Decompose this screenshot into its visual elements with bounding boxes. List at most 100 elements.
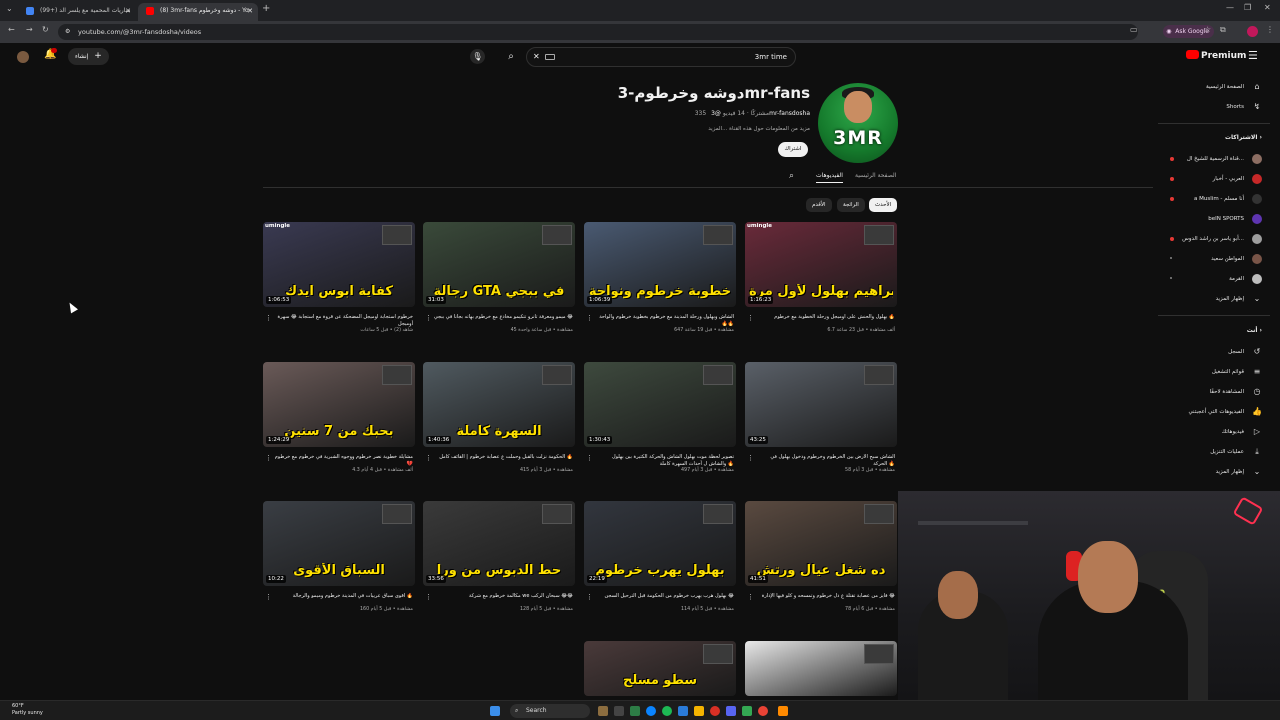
video-menu-icon[interactable]: ⋮	[747, 314, 754, 322]
voice-search-icon[interactable]: 🎙	[470, 49, 485, 64]
profile-avatar[interactable]	[1247, 26, 1258, 37]
bookmark-star-icon[interactable]: ☆	[1204, 25, 1211, 34]
tab-home[interactable]: الصفحة الرئيسية	[855, 172, 896, 179]
maximize-icon[interactable]: ❐	[1244, 3, 1251, 12]
video-title[interactable]: الحكومة نزلت بالقبل وحملت ع عصابة خرطوم …	[433, 454, 573, 461]
keyboard-icon[interactable]	[545, 54, 555, 60]
subscriptions-heading[interactable]: الاشتراكات ›	[1225, 134, 1262, 141]
video-thumbnail[interactable]: السباق الأقوى 10:22	[263, 501, 415, 586]
sidebar-sub-item[interactable]: قناة الرسمية للشيخ ال...	[1158, 149, 1270, 169]
video-thumbnail[interactable]: السهرة كاملة 1:40:36	[423, 362, 575, 447]
sidebar-sub-item[interactable]: القرمة	[1158, 269, 1270, 289]
video-title[interactable]: الشاش سبح الأرض بين الخرطوم وخرطوم ودخول…	[755, 454, 895, 468]
search-input[interactable]: ✕ 3mr time	[526, 47, 796, 67]
close-window-icon[interactable]: ✕	[1264, 3, 1271, 12]
video-thumbnail[interactable]: 1:30:43	[584, 362, 736, 447]
new-tab-button[interactable]: +	[262, 3, 270, 14]
hamburger-menu-icon[interactable]: ☰	[1248, 49, 1258, 62]
site-info-icon[interactable]: ⚙	[65, 24, 70, 40]
video-menu-icon[interactable]: ⋮	[747, 593, 754, 601]
video-title[interactable]: مشايلة خطوبة نصر خرطوم ووجوه الشبرية في …	[273, 454, 413, 468]
sidebar-sub-item[interactable]: beIN SPORTS	[1158, 209, 1270, 229]
sidebar-sub-item[interactable]: العربي - أخبار	[1158, 169, 1270, 189]
sidebar-sub-item[interactable]: a Muslim - أنا مسلم	[1158, 189, 1270, 209]
video-thumbnail[interactable]: بحبك من 7 سنين 1:24:29	[263, 362, 415, 447]
sidebar-item-history[interactable]: ↺ السجل	[1158, 342, 1270, 362]
video-menu-icon[interactable]: ⋮	[586, 593, 593, 601]
sidebar-show-more-subs[interactable]: ⌄ إظهار المزيد	[1158, 289, 1270, 309]
channel-description[interactable]: مزيد من المعلومات حول هذه القناة ...المز…	[560, 126, 810, 132]
video-card[interactable]: 1:30:43 ⋮ تصوير لحظة موت بهلول الشاش والحر…	[584, 362, 736, 490]
account-avatar[interactable]	[17, 51, 29, 63]
sidebar-sub-item[interactable]: أبو ياسر بن راشد الدوس...	[1158, 229, 1270, 249]
app-icon[interactable]	[778, 706, 788, 716]
app-icon[interactable]	[710, 706, 720, 716]
video-menu-icon[interactable]: ⋮	[747, 454, 754, 462]
video-title[interactable]: الشاش وبهلول ورحلة المدينة مع خرطوم بخطو…	[594, 314, 734, 328]
chip-latest[interactable]: الأحدث	[869, 198, 898, 212]
video-menu-icon[interactable]: ⋮	[265, 593, 272, 601]
you-heading[interactable]: أنت ›	[1247, 327, 1262, 334]
video-card[interactable]: خطوبة خرطوم ونواحة 1:06:39 ⋮ الشاش وبهلول و…	[584, 222, 736, 350]
video-menu-icon[interactable]: ⋮	[265, 314, 272, 322]
video-thumbnail[interactable]: حط الدبوس من ورا 33:56	[423, 501, 575, 586]
windows-start-icon[interactable]	[490, 706, 500, 716]
video-card[interactable]: رجالة GTA في ببجي 31:03 ⋮ ميمو ومعرفة تانرو…	[423, 222, 575, 350]
video-card[interactable]: umingle كفاية ابوس ايدك 1:06:53 ⋮ خرطوم أستج…	[263, 222, 415, 350]
sidebar-item-playlists[interactable]: ≡ قوائم التشغيل	[1158, 362, 1270, 382]
video-card[interactable]: بحبك من 7 سنين 1:24:29 ⋮ مشايلة خطوبة نصر خ…	[263, 362, 415, 490]
sidebar-item-shorts[interactable]: ↯ Shorts	[1158, 97, 1270, 117]
tab-search-icon[interactable]: ⌄	[6, 4, 13, 13]
spotify-icon[interactable]	[662, 706, 672, 716]
video-thumbnail[interactable]: umingle كفاية ابوس ايدك 1:06:53	[263, 222, 415, 307]
video-card[interactable]: ده شغل عيال ورتش 41:51 ⋮ فايز من عصابة تقتل…	[745, 501, 897, 629]
chip-oldest[interactable]: الأقدم	[806, 198, 832, 212]
search-icon[interactable]: ⌕	[500, 47, 522, 67]
discord-icon[interactable]	[726, 706, 736, 716]
channel-avatar[interactable]: 3MR	[818, 83, 898, 163]
video-title[interactable]: بهلول والحنش على أوميجل ورحلة الخطوبة مع…	[755, 314, 895, 321]
video-title[interactable]: خرطوم أستجابة أوميجل المضحكة عن قروة مع …	[273, 314, 413, 328]
video-title[interactable]: ميمو ومعرفة تانرو تتكيمو مخادع مع خرطوم …	[433, 314, 573, 321]
create-button[interactable]: إنشاء +	[68, 48, 109, 65]
video-menu-icon[interactable]: ⋮	[586, 454, 593, 462]
video-thumbnail[interactable]: umingle ابراهيم بهلول لأول مرة 1:16:23	[745, 222, 897, 307]
video-card[interactable]: سطو مسلح	[584, 641, 736, 700]
clear-search-icon[interactable]: ✕	[533, 48, 540, 66]
browser-tab-1[interactable]: (99+) مباريات المحمية مع يلسر الد ✕	[18, 3, 136, 21]
sidebar-item-home[interactable]: ⌂ الصفحة الرئيسية	[1158, 77, 1270, 97]
video-title[interactable]: فايز من عصابة تقتلة ع ذل خرطوم وتمسحه و …	[755, 593, 895, 600]
close-tab-icon[interactable]: ✕	[247, 3, 253, 19]
back-icon[interactable]: ←	[8, 25, 15, 34]
video-thumbnail[interactable]: رجالة GTA في ببجي 31:03	[423, 222, 575, 307]
video-card[interactable]: السهرة كاملة 1:40:36 ⋮ الحكومة نزلت بالقبل …	[423, 362, 575, 490]
video-card[interactable]: بهلول يهرب خرطوم 22:19 ⋮ بهلول هرب يهرب خرط…	[584, 501, 736, 629]
weather-widget[interactable]: 60°F Partly sunny	[12, 703, 43, 717]
sidebar-item-downloads[interactable]: ⤓ عمليات التنزيل	[1158, 442, 1270, 462]
file-explorer-icon[interactable]	[694, 706, 704, 716]
channel-search-icon[interactable]: ⌕	[789, 171, 794, 181]
app-icon[interactable]	[678, 706, 688, 716]
video-title[interactable]: تصوير لحظة موت بهلول الشاش والحركة الكثي…	[594, 454, 734, 468]
video-card[interactable]	[745, 641, 897, 700]
video-thumbnail[interactable]: بهلول يهرب خرطوم 22:19	[584, 501, 736, 586]
sidebar-item-watch-later[interactable]: ◷ المشاهدة لاحقًا	[1158, 382, 1270, 402]
browser-menu-icon[interactable]: ⋮	[1266, 25, 1274, 34]
video-card[interactable]: السباق الأقوى 10:22 ⋮ أقوى سباق عربيات في ا…	[263, 501, 415, 629]
extensions-icon[interactable]: ⧉	[1220, 25, 1226, 35]
tab-videos[interactable]: الفيديوهات	[816, 172, 843, 183]
reload-icon[interactable]: ↻	[42, 25, 49, 34]
sidebar-show-more-you[interactable]: ⌄ إظهار المزيد	[1158, 462, 1270, 482]
task-view-icon[interactable]	[614, 706, 624, 716]
edge-icon[interactable]	[646, 706, 656, 716]
video-menu-icon[interactable]: ⋮	[265, 454, 272, 462]
video-menu-icon[interactable]: ⋮	[425, 454, 432, 462]
video-thumbnail[interactable]: ده شغل عيال ورتش 41:51	[745, 501, 897, 586]
video-title[interactable]: بهلول هرب يهرب خرطوم من الحكومة قبل التر…	[594, 593, 734, 600]
sidebar-sub-item[interactable]: المواطن سعيد	[1158, 249, 1270, 269]
video-card[interactable]: 43:25 ⋮ الشاش سبح الأرض بين الخرطوم وخرطوم…	[745, 362, 897, 490]
video-card[interactable]: حط الدبوس من ورا 33:56 ⋮ مكالمة خرطوم مع شر…	[423, 501, 575, 629]
video-menu-icon[interactable]: ⋮	[425, 593, 432, 601]
youtube-premium-logo[interactable]: Premium	[1186, 50, 1246, 61]
video-thumbnail[interactable]: خطوبة خرطوم ونواحة 1:06:39	[584, 222, 736, 307]
